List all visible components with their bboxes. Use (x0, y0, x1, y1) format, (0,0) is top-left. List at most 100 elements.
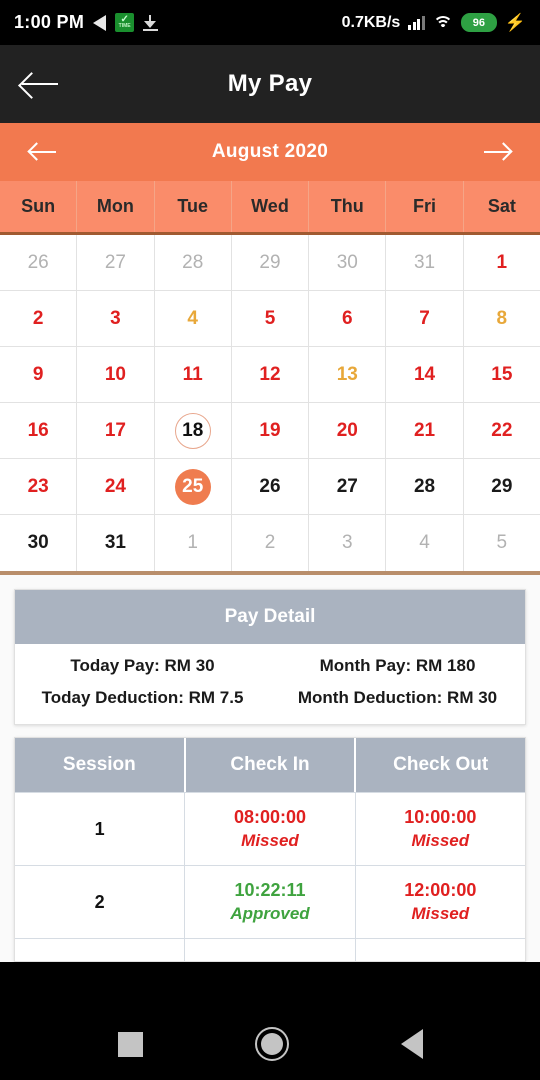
calendar-day-cell[interactable]: 31 (77, 515, 155, 571)
table-row[interactable]: 1 08:00:00 Missed 10:00:00 Missed (15, 792, 525, 865)
calendar-day-label: 5 (264, 307, 276, 329)
weekday-wed: Wed (232, 181, 310, 232)
selected-day-marker: 25 (174, 468, 211, 505)
calendar-day-cell[interactable]: 26 (232, 459, 310, 514)
today-day-marker: 18 (174, 412, 211, 449)
calendar-day-label: 14 (413, 363, 436, 385)
calendar-day-cell[interactable]: 21 (386, 403, 464, 458)
prev-month-arrow-icon[interactable] (27, 139, 62, 165)
calendar-day-cell[interactable]: 11 (155, 347, 232, 402)
check-out-status: Missed (411, 830, 470, 850)
calendar-day-label: 21 (413, 419, 436, 441)
calendar-day-cell[interactable]: 17 (77, 403, 155, 458)
calendar-day-cell[interactable]: 18 (155, 403, 232, 458)
calendar-day-cell[interactable]: 2 (232, 515, 310, 571)
next-month-arrow-icon[interactable] (478, 139, 513, 165)
calendar-day-cell[interactable]: 15 (464, 347, 540, 402)
weekday-sun: Sun (0, 181, 78, 232)
calendar-day-cell[interactable]: 9 (0, 347, 78, 402)
calendar-day-cell[interactable]: 30 (0, 515, 78, 571)
calendar-day-cell[interactable]: 25 (155, 459, 232, 514)
calendar-day-label: 19 (259, 419, 281, 441)
table-row[interactable] (15, 938, 525, 961)
calendar-day-cell[interactable]: 19 (232, 403, 310, 458)
calendar-day-cell[interactable]: 28 (155, 235, 232, 290)
content-area: Pay Detail Today Pay: RM 30 Month Pay: RM… (0, 575, 540, 962)
column-header-session: Session (15, 738, 186, 792)
media-arrow-icon (93, 14, 107, 31)
calendar-day-label: 29 (259, 251, 281, 273)
calendar-day-cell[interactable]: 5 (232, 291, 310, 346)
calendar-day-cell[interactable]: 31 (386, 235, 464, 290)
calendar-day-cell[interactable]: 3 (77, 291, 155, 346)
calendar-day-cell[interactable]: 24 (77, 459, 155, 514)
calendar-day-cell[interactable]: 10 (77, 347, 155, 402)
calendar-day-label: 28 (182, 251, 204, 273)
calendar-day-cell[interactable]: 2 (0, 291, 78, 346)
calendar-day-cell[interactable]: 26 (0, 235, 78, 290)
calendar-day-cell[interactable]: 16 (0, 403, 78, 458)
android-nav-bar (0, 1008, 540, 1080)
calendar-day-label: 16 (27, 419, 49, 441)
calendar-day-cell[interactable]: 20 (309, 403, 387, 458)
calendar-day-label: 20 (336, 419, 358, 441)
calendar-month-label: August 2020 (211, 141, 329, 162)
calendar-day-cell[interactable]: 4 (155, 291, 232, 346)
calendar-week-row: 30 31 1 2 3 4 5 (0, 515, 540, 571)
session-table-body: 1 08:00:00 Missed 10:00:00 Missed 2 10:22:11 Ap… (15, 792, 525, 938)
session-number: 1 (94, 818, 105, 839)
weekday-mon: Mon (77, 181, 155, 232)
calendar-day-label: 6 (341, 307, 353, 329)
page-title: My Pay (227, 70, 313, 97)
back-arrow-icon[interactable] (22, 69, 60, 99)
calendar-day-cell[interactable]: 6 (309, 291, 387, 346)
calendar-day-label: 26 (259, 475, 281, 497)
calendar-day-cell[interactable]: 1 (464, 235, 540, 290)
calendar-day-cell[interactable]: 3 (309, 515, 387, 571)
weekday-sat: Sat (487, 196, 516, 216)
recents-square-icon[interactable] (117, 1031, 143, 1057)
calendar-day-label: 28 (413, 475, 436, 497)
calendar-day-cell[interactable]: 5 (464, 515, 540, 571)
download-icon (143, 14, 159, 31)
calendar-day-label: 30 (27, 532, 49, 553)
calendar-day-label: 8 (496, 307, 508, 329)
calendar-day-cell[interactable]: 14 (386, 347, 464, 402)
table-row[interactable]: 2 10:22:11 Approved 12:00:00 Missed (15, 865, 525, 938)
charging-bolt-icon: ⚡ (504, 13, 526, 32)
calendar-day-cell[interactable]: 30 (309, 235, 387, 290)
calendar-day-cell[interactable]: 22 (464, 403, 540, 458)
calendar-day-cell[interactable]: 27 (309, 459, 387, 514)
calendar-day-cell[interactable]: 29 (464, 459, 540, 514)
check-out-cell: 10:00:00 Missed (356, 793, 525, 865)
calendar-day-label: 4 (419, 532, 430, 553)
calendar-day-cell[interactable]: 23 (0, 459, 78, 514)
check-out-time: 10:00:00 (404, 807, 477, 828)
calendar-day-cell[interactable]: 13 (309, 347, 387, 402)
calendar-day-label: 12 (259, 363, 281, 385)
pay-detail-value: Month Deduction: RM 30 (297, 688, 498, 707)
calendar-day-cell[interactable]: 27 (77, 235, 155, 290)
calendar-week-row: 9 10 11 12 13 14 15 (0, 347, 540, 403)
calendar-day-label: 2 (264, 532, 276, 553)
session-cell: 1 (15, 793, 186, 865)
session-table: Session Check In Check Out 1 08:00:00 Missed… (15, 738, 526, 961)
calendar-day-cell[interactable]: 28 (386, 459, 464, 514)
calendar-day-cell[interactable]: 1 (155, 515, 232, 571)
home-circle-icon[interactable] (254, 1027, 289, 1061)
back-triangle-icon[interactable] (400, 1029, 423, 1059)
check-in-status: Missed (241, 830, 299, 850)
calendar-day-label: 7 (419, 307, 430, 329)
status-bar-left: 1:00 PM ✓ TIME (14, 12, 342, 33)
check-out-time: 12:00:00 (404, 880, 477, 901)
calendar-day-cell[interactable]: 8 (464, 291, 540, 346)
calendar-day-cell[interactable]: 4 (386, 515, 464, 571)
calendar-day-label: 17 (104, 419, 126, 441)
session-cell: 2 (15, 866, 186, 938)
calendar-day-cell[interactable]: 12 (232, 347, 310, 402)
calendar-day-cell[interactable]: 7 (386, 291, 464, 346)
calendar-week-row: 26 27 28 29 30 31 1 (0, 235, 540, 291)
column-header-check-in: Check In (185, 738, 357, 792)
calendar-day-cell[interactable]: 29 (232, 235, 310, 290)
calendar-week-row: 2 3 4 5 6 7 8 (0, 291, 540, 347)
